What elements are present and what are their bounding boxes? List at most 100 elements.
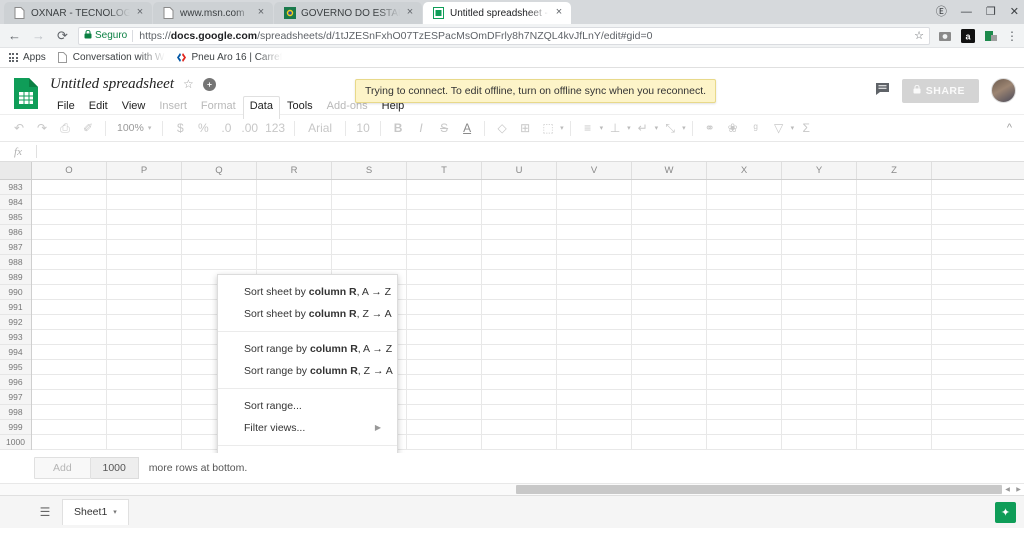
- sheet-tab-sheet1[interactable]: Sheet1 ▾: [62, 499, 129, 525]
- strikethrough-icon[interactable]: S: [433, 117, 455, 139]
- grid-cell-T992[interactable]: [407, 315, 482, 330]
- grid-cell-Z983[interactable]: [857, 180, 932, 195]
- bookmark-conversation[interactable]: Conversation with W: [57, 52, 165, 64]
- grid-cell-O1000[interactable]: [32, 435, 107, 450]
- grid-cell-O989[interactable]: [32, 270, 107, 285]
- grid-cell-X988[interactable]: [707, 255, 782, 270]
- grid-cell-Y988[interactable]: [782, 255, 857, 270]
- grid-cell-X985[interactable]: [707, 210, 782, 225]
- column-header-R[interactable]: R: [257, 162, 332, 179]
- grid-cell-Q987[interactable]: [182, 240, 257, 255]
- grid-cell-S988[interactable]: [332, 255, 407, 270]
- grid-cell-Z999[interactable]: [857, 420, 932, 435]
- grid-cell-W998[interactable]: [632, 405, 707, 420]
- comments-icon[interactable]: [875, 82, 890, 99]
- grid-cell-V983[interactable]: [557, 180, 632, 195]
- grid-cell-T989[interactable]: [407, 270, 482, 285]
- grid-cell-Y990[interactable]: [782, 285, 857, 300]
- grid-cell-X987[interactable]: [707, 240, 782, 255]
- grid-cell-X984[interactable]: [707, 195, 782, 210]
- grid-cell-W993[interactable]: [632, 330, 707, 345]
- grid-cell-X1000[interactable]: [707, 435, 782, 450]
- grid-cell-T996[interactable]: [407, 375, 482, 390]
- share-button[interactable]: SHARE: [901, 78, 979, 103]
- grid-cell-T984[interactable]: [407, 195, 482, 210]
- grid-cell-P984[interactable]: [107, 195, 182, 210]
- menu-item-sort-sheet-by-column-r-z-a[interactable]: Sort sheet by column R, Z → A: [218, 303, 397, 325]
- close-window-button[interactable]: ✕: [1010, 6, 1019, 18]
- grid-cell-T994[interactable]: [407, 345, 482, 360]
- grid-cell-T985[interactable]: [407, 210, 482, 225]
- grid-cell-O995[interactable]: [32, 360, 107, 375]
- grid-cell-tail[interactable]: [932, 345, 1024, 360]
- grid-cell-W992[interactable]: [632, 315, 707, 330]
- grid-cell-R986[interactable]: [257, 225, 332, 240]
- functions-icon[interactable]: Σ: [795, 117, 817, 139]
- grid-cell-R984[interactable]: [257, 195, 332, 210]
- grid-cell-T988[interactable]: [407, 255, 482, 270]
- grid-cell-V984[interactable]: [557, 195, 632, 210]
- column-header-W[interactable]: W: [632, 162, 707, 179]
- grid-cell-S985[interactable]: [332, 210, 407, 225]
- grid-cell-Q986[interactable]: [182, 225, 257, 240]
- grid-cell-T995[interactable]: [407, 360, 482, 375]
- row-header[interactable]: 1000: [0, 435, 31, 450]
- grid-cell-O984[interactable]: [32, 195, 107, 210]
- grid-cell-Z988[interactable]: [857, 255, 932, 270]
- borders-icon[interactable]: ⊞: [514, 117, 536, 139]
- grid-cell-U992[interactable]: [482, 315, 557, 330]
- bookmark-pneu[interactable]: Pneu Aro 16 | Carref: [176, 52, 282, 64]
- grid-cell-U986[interactable]: [482, 225, 557, 240]
- grid-cell-Z990[interactable]: [857, 285, 932, 300]
- grid-cell-V995[interactable]: [557, 360, 632, 375]
- grid-cell-V999[interactable]: [557, 420, 632, 435]
- grid-cell-Q988[interactable]: [182, 255, 257, 270]
- grid-cell-V988[interactable]: [557, 255, 632, 270]
- grid-cell-Y992[interactable]: [782, 315, 857, 330]
- grid-cell-W997[interactable]: [632, 390, 707, 405]
- menu-item-sort-range-by-column-r-a-z[interactable]: Sort range by column R, A → Z: [218, 338, 397, 360]
- grid-cell-tail[interactable]: [932, 405, 1024, 420]
- column-header-T[interactable]: T: [407, 162, 482, 179]
- grid-cell-P992[interactable]: [107, 315, 182, 330]
- grid-cell-V986[interactable]: [557, 225, 632, 240]
- scrollbar-track[interactable]: [0, 484, 1002, 495]
- grid-cell-U987[interactable]: [482, 240, 557, 255]
- insert-chart-icon[interactable]: ᵍ: [745, 117, 767, 139]
- filter-icon[interactable]: ▽: [768, 117, 790, 139]
- grid-cell-tail[interactable]: [932, 435, 1024, 450]
- back-icon[interactable]: ←: [6, 27, 23, 44]
- text-wrap-icon[interactable]: ↵: [632, 117, 654, 139]
- currency-format-icon[interactable]: $: [169, 117, 191, 139]
- column-header-V[interactable]: V: [557, 162, 632, 179]
- undo-icon[interactable]: ↶: [8, 117, 30, 139]
- grid-cell-Q985[interactable]: [182, 210, 257, 225]
- grid-cell-P987[interactable]: [107, 240, 182, 255]
- grid-cell-Y995[interactable]: [782, 360, 857, 375]
- row-header[interactable]: 994: [0, 345, 31, 360]
- grid-cell-U985[interactable]: [482, 210, 557, 225]
- tab-close-icon[interactable]: ×: [255, 7, 267, 19]
- grid-cell-T983[interactable]: [407, 180, 482, 195]
- grid-cell-O997[interactable]: [32, 390, 107, 405]
- grid-cell-W991[interactable]: [632, 300, 707, 315]
- grid-cell-X997[interactable]: [707, 390, 782, 405]
- grid-cell-W999[interactable]: [632, 420, 707, 435]
- insert-link-icon[interactable]: ⚭: [699, 117, 721, 139]
- grid-cell-V997[interactable]: [557, 390, 632, 405]
- grid-cell-Y1000[interactable]: [782, 435, 857, 450]
- grid-cell-P983[interactable]: [107, 180, 182, 195]
- grid-cell-O992[interactable]: [32, 315, 107, 330]
- grid-cell-O987[interactable]: [32, 240, 107, 255]
- percent-format-icon[interactable]: %: [192, 117, 214, 139]
- italic-icon[interactable]: I: [410, 117, 432, 139]
- grid-cell-Z993[interactable]: [857, 330, 932, 345]
- grid-cell-P986[interactable]: [107, 225, 182, 240]
- maximize-button[interactable]: ❐: [986, 6, 996, 18]
- grid-cell-Y996[interactable]: [782, 375, 857, 390]
- grid-cell-P995[interactable]: [107, 360, 182, 375]
- grid-cell-tail[interactable]: [932, 375, 1024, 390]
- grid-cell-T1000[interactable]: [407, 435, 482, 450]
- grid-cell-X996[interactable]: [707, 375, 782, 390]
- grid-cell-tail[interactable]: [932, 180, 1024, 195]
